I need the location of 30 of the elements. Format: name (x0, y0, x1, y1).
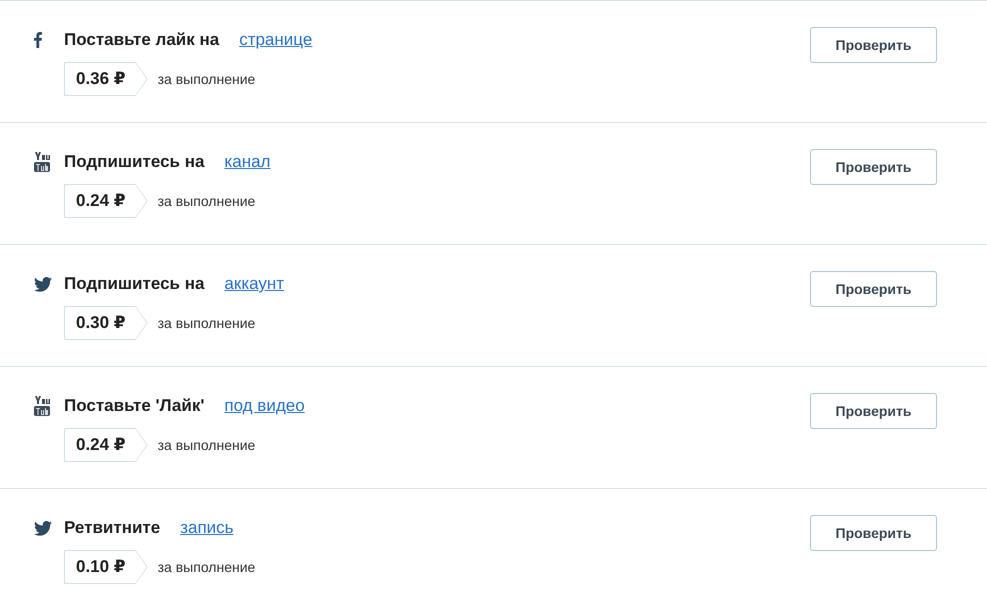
task-title: Поставьте лайк на (64, 30, 220, 50)
task-link[interactable]: странице (239, 30, 312, 50)
youtube-icon (34, 152, 50, 172)
task-link[interactable]: запись (180, 518, 234, 538)
bird-icon (34, 520, 52, 536)
task-title: Ретвитните (64, 518, 160, 538)
check-button[interactable]: Проверить (810, 393, 937, 429)
task-title: Подпишитесь на (64, 152, 204, 172)
task-link[interactable]: аккаунт (224, 274, 284, 294)
check-button[interactable]: Проверить (810, 515, 937, 551)
youtube-icon (34, 396, 50, 416)
price-tag: 0.36 ₽ (64, 62, 148, 96)
price-note: за выполнение (158, 193, 256, 209)
price-note: за выполнение (158, 315, 256, 331)
task-title: Поставьте 'Лайк' (64, 396, 204, 416)
price-tag: 0.30 ₽ (64, 306, 148, 340)
check-button[interactable]: Проверить (810, 149, 937, 185)
task-title: Подпишитесь на (64, 274, 204, 294)
task-link[interactable]: канал (224, 152, 270, 172)
price-note: за выполнение (158, 71, 256, 87)
task-link[interactable]: под видео (224, 396, 305, 416)
price-note: за выполнение (158, 437, 256, 453)
bird-icon (34, 276, 52, 292)
price-tag: 0.10 ₽ (64, 550, 148, 584)
price-tag: 0.24 ₽ (64, 184, 148, 218)
check-button[interactable]: Проверить (810, 271, 937, 307)
facebook-icon (34, 32, 42, 48)
price-tag: 0.24 ₽ (64, 428, 148, 462)
price-note: за выполнение (158, 559, 256, 575)
check-button[interactable]: Проверить (810, 27, 937, 63)
